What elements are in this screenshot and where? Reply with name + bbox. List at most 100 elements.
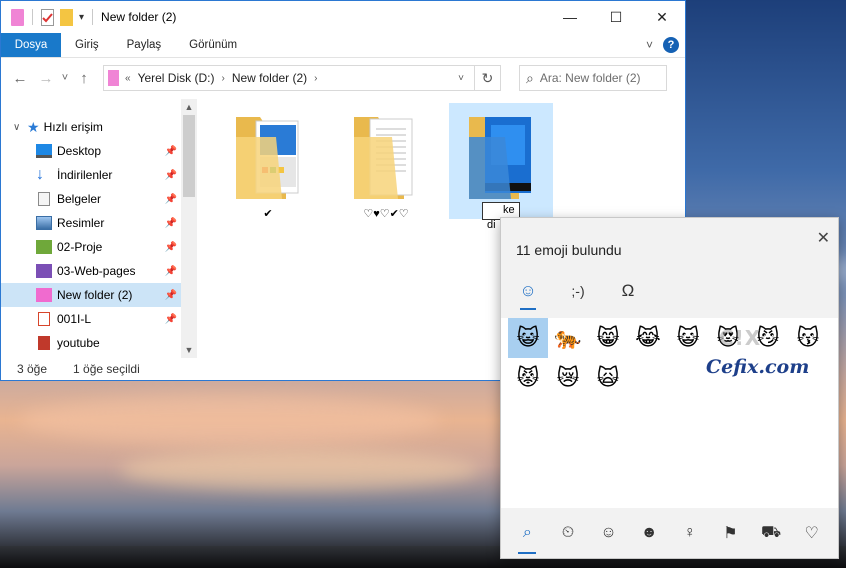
forward-button[interactable]: → — [33, 70, 59, 87]
tab-kaomoji[interactable]: ;-) — [563, 276, 593, 306]
sidebar-item-youtube[interactable]: youtube — [1, 331, 197, 355]
item-count: 3 öğe — [17, 362, 48, 376]
tab-emoji[interactable]: ☺ — [513, 276, 543, 310]
sidebar-item-new-folder-2[interactable]: New folder (2) 📌 — [1, 283, 197, 307]
emoji-smiling-cat[interactable]: 😺 — [508, 318, 548, 358]
sidebar-item-desktop[interactable]: Desktop 📌 — [1, 139, 197, 163]
folder-with-images-icon — [236, 117, 299, 199]
pin-icon[interactable]: 📌 — [165, 170, 177, 181]
address-bar[interactable]: « Yerel Disk (D:) › New folder (2) › ˅ — [103, 65, 475, 91]
folder-with-documents-icon — [354, 117, 413, 199]
breadcrumb-folder[interactable]: New folder (2) — [227, 71, 312, 85]
clock-icon[interactable]: ⏲ — [553, 518, 583, 548]
emoji-pouting-cat[interactable]: 😾 — [508, 358, 548, 398]
desktop-icon — [36, 144, 52, 158]
scroll-thumb[interactable] — [183, 115, 195, 197]
emoji-tiger[interactable]: 🐅 — [548, 318, 588, 358]
folder-item[interactable]: ♡♥♡✔♡ — [334, 103, 438, 220]
emoji-crying-cat[interactable]: 😿 — [548, 358, 588, 398]
pin-icon[interactable]: 📌 — [165, 242, 177, 253]
quick-access-toolbar: ▾ — [1, 8, 95, 26]
sidebar-item-label: 001I-L — [57, 312, 92, 326]
celebration-icon[interactable]: ♀ — [675, 518, 705, 548]
sidebar-item-pictures[interactable]: Resimler 📌 — [1, 211, 197, 235]
pin-icon[interactable]: 📌 — [165, 146, 177, 157]
star-icon: ★ — [27, 118, 40, 135]
new-folder-icon[interactable] — [60, 8, 73, 26]
pin-icon[interactable]: 📌 — [165, 266, 177, 277]
pin-icon[interactable]: 📌 — [165, 290, 177, 301]
search-input[interactable]: ⌕ Ara: New folder (2) — [519, 65, 667, 91]
sidebar-item-001i-l[interactable]: 001I-L 📌 — [1, 307, 197, 331]
properties-icon[interactable] — [41, 8, 54, 26]
refresh-button[interactable]: ↻ — [475, 65, 501, 91]
scroll-up-icon[interactable]: ▲ — [181, 99, 197, 115]
sidebar-scrollbar[interactable]: ▲ ▼ — [181, 99, 197, 358]
sidebar-item-02-proje[interactable]: 02-Proje 📌 — [1, 235, 197, 259]
pink-folder-icon[interactable] — [11, 8, 24, 26]
expand-ribbon-icon[interactable]: ˅ — [646, 38, 653, 52]
selection-count: 1 öğe seçildi — [73, 362, 140, 376]
tab-share[interactable]: Paylaş — [113, 33, 176, 57]
emoji-weary-cat[interactable]: 🙀 — [588, 358, 628, 398]
pin-icon[interactable]: 📌 — [165, 194, 177, 205]
sidebar-item-label: Hızlı erişim — [43, 120, 103, 134]
sidebar-item-downloads[interactable]: ↓ İndirilenler 📌 — [1, 163, 197, 187]
window-title: New folder (2) — [101, 10, 177, 24]
emoji-grinning-cat[interactable]: 😸 — [588, 318, 628, 358]
close-icon[interactable]: ✕ — [817, 228, 830, 248]
folder-item[interactable]: ✔ — [216, 103, 320, 220]
folder-label: ✔ — [263, 208, 273, 220]
sidebar-item-quick-access[interactable]: ∨ ★ Hızlı erişim — [1, 115, 197, 139]
folder-item-selected[interactable]: ke — [449, 103, 553, 220]
sidebar-item-label: Desktop — [57, 144, 102, 158]
tab-symbols[interactable]: Ω — [613, 276, 643, 306]
emoji-smiling-cat[interactable]: 😺 — [668, 318, 708, 358]
minimize-button[interactable]: — — [547, 1, 593, 33]
heart-icon[interactable]: ♡ — [797, 518, 827, 548]
sidebar-item-label: youtube — [57, 336, 100, 350]
breadcrumb-drive[interactable]: Yerel Disk (D:) — [133, 71, 220, 85]
chevron-right-icon[interactable]: › — [219, 73, 226, 84]
maximize-button[interactable]: ☐ — [593, 1, 639, 33]
tab-home[interactable]: Giriş — [61, 33, 113, 57]
car-icon[interactable]: ⛟ — [756, 518, 786, 548]
sidebar-item-03-web-pages[interactable]: 03-Web-pages 📌 — [1, 259, 197, 283]
watermark-logo: C!X — [719, 326, 762, 350]
sidebar-item-documents[interactable]: Belgeler 📌 — [1, 187, 197, 211]
help-icon[interactable]: ? — [663, 37, 679, 53]
address-dropdown-icon[interactable]: ˅ — [448, 66, 474, 90]
pink-folder-icon — [108, 70, 119, 86]
tab-view[interactable]: Görünüm — [175, 33, 251, 57]
back-button[interactable]: ← — [7, 70, 33, 87]
smiley-icon[interactable]: ☺ — [594, 518, 624, 548]
customize-toolbar-icon[interactable]: ▾ — [79, 12, 84, 23]
pin-icon[interactable]: 📌 — [165, 314, 177, 325]
search-icon: ⌕ — [526, 69, 534, 86]
emoji-cat-tears-of-joy[interactable]: 😹 — [628, 318, 668, 358]
folder-icon — [36, 240, 52, 254]
search-placeholder: Ara: New folder (2) — [539, 71, 641, 85]
food-icon[interactable]: ⚑ — [715, 518, 745, 548]
pin-icon[interactable]: 📌 — [165, 218, 177, 229]
up-button[interactable]: ↑ — [71, 70, 97, 87]
folder-icon — [36, 288, 52, 302]
emoji-kissing-cat[interactable]: 😽 — [788, 318, 828, 358]
cloud — [120, 450, 480, 490]
scroll-down-icon[interactable]: ▼ — [181, 342, 197, 358]
overflow-icon[interactable]: « — [119, 73, 133, 84]
emoji-group-bar: ⌕ ⏲ ☺ ☻ ♀ ⚑ ⛟ ♡ — [501, 508, 838, 558]
cloud — [20, 395, 440, 445]
close-button[interactable]: ✕ — [639, 1, 685, 33]
documents-icon — [38, 192, 50, 206]
search-icon[interactable]: ⌕ — [512, 518, 542, 554]
expand-chevron-icon[interactable]: ∨ — [13, 122, 20, 133]
file-icon — [38, 312, 50, 326]
tab-file[interactable]: Dosya — [1, 33, 61, 57]
recent-locations-button[interactable]: ˅ — [59, 72, 71, 84]
folder-label-overflow: di — [487, 219, 496, 231]
folder-icon — [38, 336, 50, 350]
people-icon[interactable]: ☻ — [634, 518, 664, 548]
chevron-right-icon[interactable]: › — [312, 73, 319, 84]
sidebar-item-label: New folder (2) — [57, 288, 133, 302]
